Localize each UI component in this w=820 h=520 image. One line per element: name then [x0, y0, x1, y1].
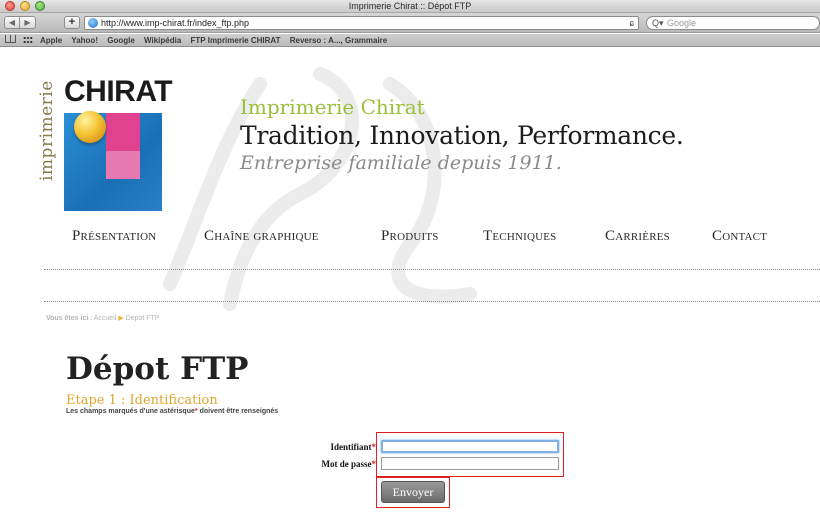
nav-chaine-graphique[interactable]: Chaîne graphique: [204, 228, 319, 245]
nav-presentation[interactable]: Présentation: [72, 228, 156, 245]
book-icon[interactable]: [5, 35, 16, 43]
divider: [44, 301, 820, 302]
company-since: Entreprise familiale depuis 1911.: [240, 152, 562, 174]
window-titlebar: Imprimerie Chirat :: Dépot FTP: [0, 0, 820, 13]
login-label: Identifiant*: [256, 442, 376, 452]
back-button[interactable]: ◀: [4, 16, 20, 29]
required-note-text-end: doivent être renseignés: [197, 408, 279, 415]
breadcrumb-arrow-icon: ▶: [118, 315, 124, 322]
browser-toolbar: ◀ ▶ + http://www.imp-chirat.fr/index_ftp…: [0, 13, 820, 33]
bookmark-google[interactable]: Google: [107, 36, 135, 45]
reload-icon[interactable]: ɕ: [630, 17, 635, 29]
login-label-text: Identifiant: [330, 442, 372, 452]
add-bookmark-button[interactable]: +: [64, 16, 80, 29]
logo-pink-block: [106, 113, 140, 151]
globe-icon: [88, 18, 98, 28]
nav-contact[interactable]: Contact: [712, 228, 767, 245]
bookmark-wikipedia[interactable]: Wikipédia: [144, 36, 181, 45]
login-input[interactable]: [381, 440, 559, 453]
bookmarks-bar: Apple Yahoo! Google Wikipédia FTP Imprim…: [0, 34, 820, 47]
page-title: Dépot FTP: [66, 351, 249, 387]
window-title: Imprimerie Chirat :: Dépot FTP: [348, 1, 472, 11]
logo-wordmark: CHIRAT: [64, 75, 173, 108]
bookmark-yahoo[interactable]: Yahoo!: [71, 36, 98, 45]
url-text[interactable]: http://www.imp-chirat.fr/index_ftp.php: [101, 17, 249, 29]
company-name: Imprimerie Chirat: [240, 95, 425, 119]
web-page: CHIRAT imprimerie Imprimerie Chirat Trad…: [0, 48, 820, 520]
password-label-text: Mot de passe: [321, 459, 372, 469]
divider: [44, 269, 820, 270]
watermark-monogram: [163, 67, 477, 311]
breadcrumb: Vous êtes ici : Accueil ▶ Dépot FTP: [46, 314, 159, 322]
logo-vertical-text: imprimerie: [37, 80, 57, 181]
logo-yellow-ball: [74, 111, 106, 143]
breadcrumb-home-link[interactable]: Accueil: [94, 315, 117, 322]
required-fields-note: Les champs marqués d'une astérisque* doi…: [66, 408, 278, 415]
password-input[interactable]: [381, 457, 559, 470]
highlight-frame-fields: [376, 432, 564, 477]
password-label: Mot de passe*: [256, 459, 377, 469]
breadcrumb-current: Dépot FTP: [125, 315, 160, 322]
required-note-text: Les champs marqués d'une astérisque: [66, 408, 195, 415]
company-tagline: Tradition, Innovation, Performance.: [240, 121, 684, 150]
bookmark-apple[interactable]: Apple: [40, 36, 62, 45]
logo-pink-light-block: [106, 151, 140, 179]
breadcrumb-label: Vous êtes ici: [46, 315, 89, 322]
address-bar[interactable]: http://www.imp-chirat.fr/index_ftp.php ɕ: [84, 16, 639, 30]
nav-techniques[interactable]: Techniques: [483, 228, 557, 245]
nav-produits[interactable]: Produits: [381, 228, 439, 245]
submit-button[interactable]: Envoyer: [381, 481, 445, 503]
search-placeholder[interactable]: Google: [667, 17, 696, 29]
bookmark-ftp-chirat[interactable]: FTP Imprimerie CHIRAT: [191, 36, 281, 45]
chirat-logo[interactable]: CHIRAT imprimerie: [37, 75, 173, 211]
grid-icon[interactable]: [23, 36, 33, 44]
forward-button[interactable]: ▶: [20, 16, 36, 29]
main-navigation: Présentation Chaîne graphique Produits T…: [0, 228, 820, 252]
search-icon[interactable]: Q▾: [652, 17, 664, 29]
bookmark-reverso[interactable]: Reverso : A..., Grammaire: [290, 36, 388, 45]
search-field[interactable]: Q▾ Google: [646, 16, 820, 30]
step-title: Etape 1 : Identification: [66, 393, 218, 408]
nav-carrieres[interactable]: Carrières: [605, 228, 670, 245]
